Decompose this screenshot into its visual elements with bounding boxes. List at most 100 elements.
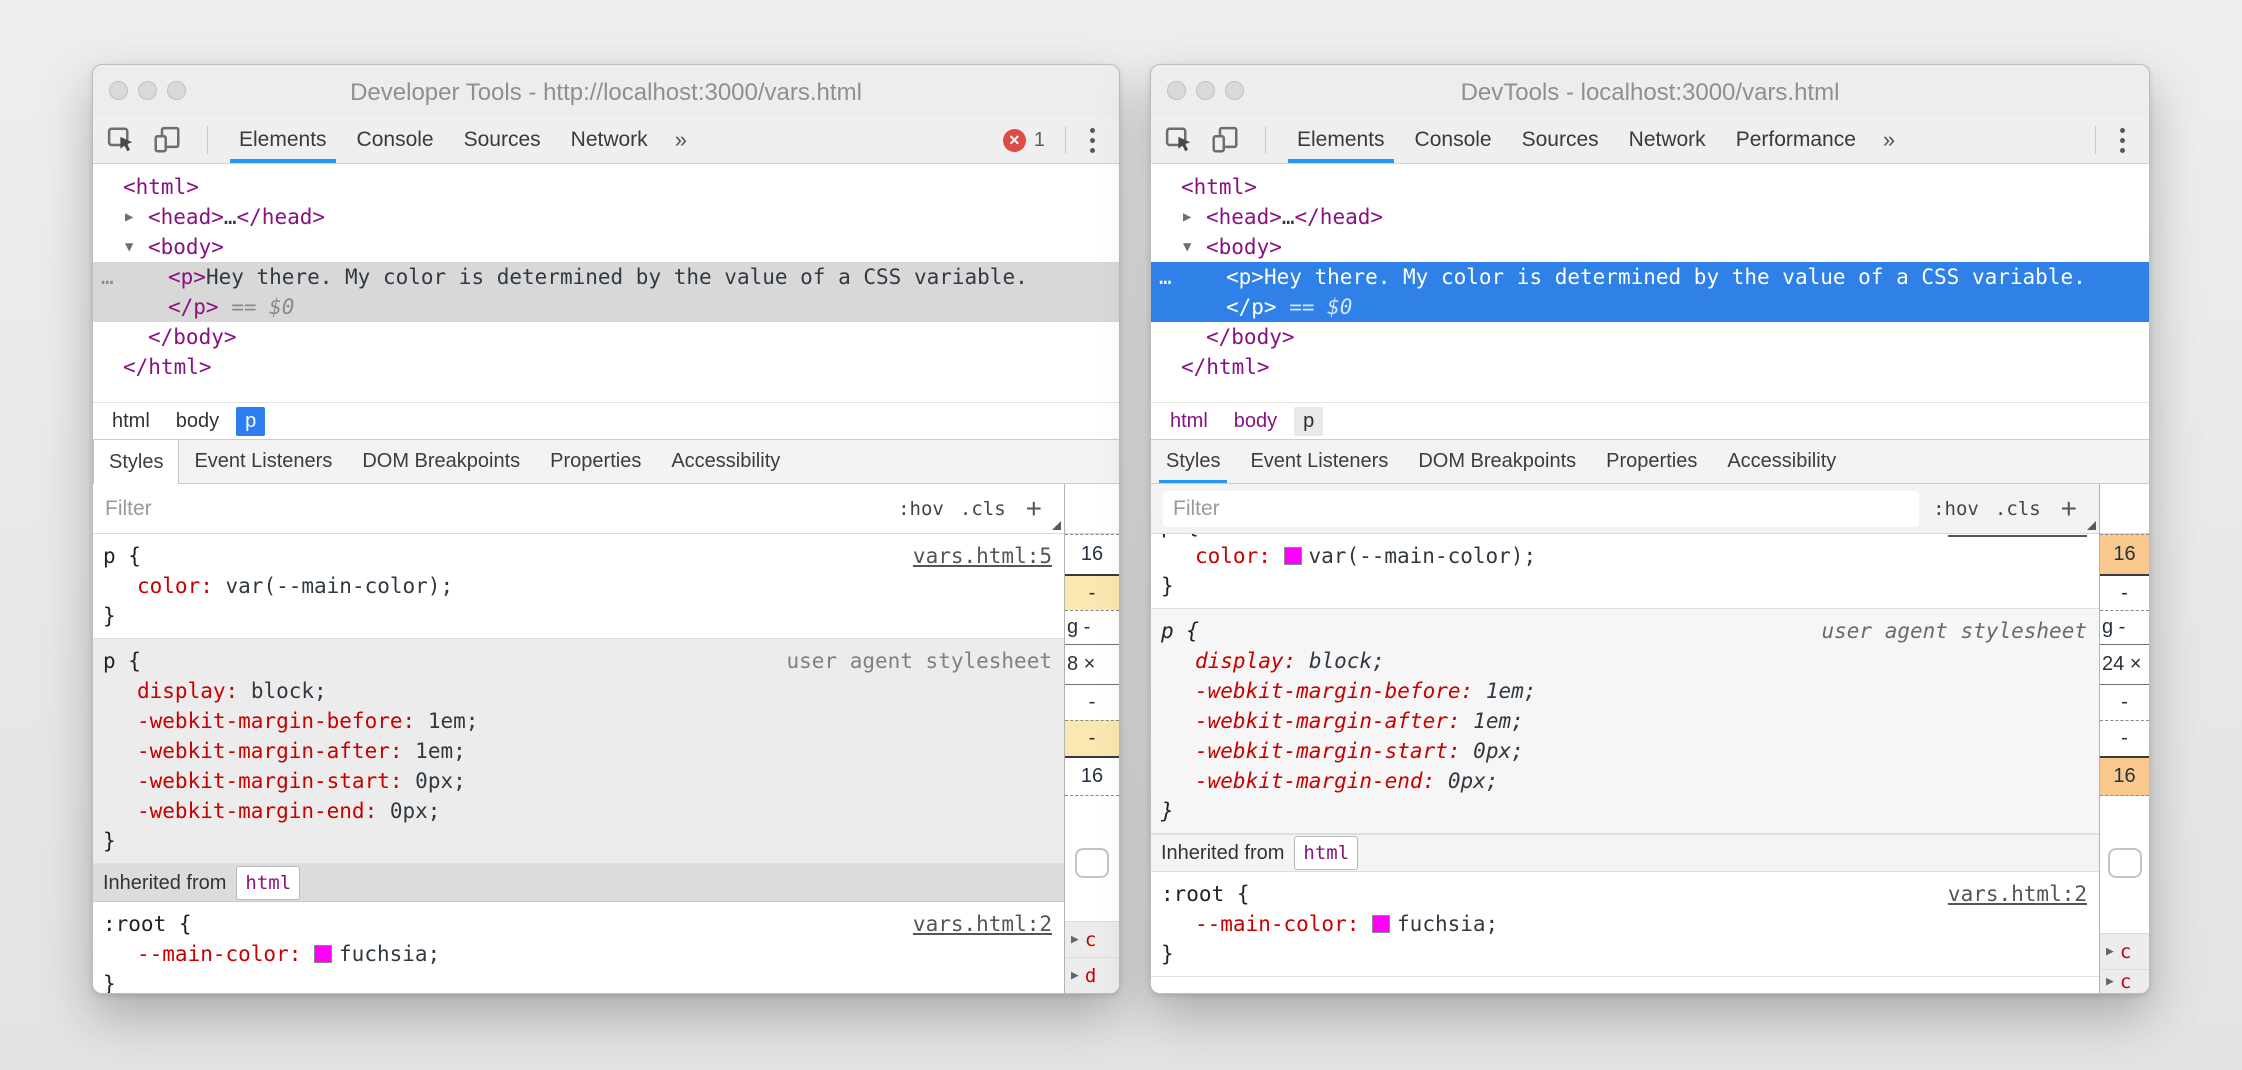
device-toolbar-icon[interactable] bbox=[151, 124, 183, 156]
new-style-rule-button[interactable]: + bbox=[2061, 493, 2077, 525]
dom-node-p-selected[interactable]: … <p>Hey there. My color is determined b… bbox=[1151, 262, 2149, 322]
more-tabs-chevron-icon[interactable]: » bbox=[663, 117, 699, 163]
tab-sources[interactable]: Sources bbox=[449, 117, 556, 163]
css-property-name[interactable]: -webkit-margin-before: bbox=[137, 709, 415, 733]
tab-event-listeners[interactable]: Event Listeners bbox=[1235, 440, 1403, 483]
css-property-name[interactable]: --main-color: bbox=[137, 942, 301, 966]
color-swatch[interactable] bbox=[1284, 547, 1302, 565]
css-property-value[interactable]: 1em; bbox=[1473, 709, 1524, 733]
css-property-value[interactable]: 1em; bbox=[415, 739, 466, 763]
css-property-name[interactable]: display: bbox=[137, 679, 238, 703]
more-tabs-chevron-icon[interactable]: » bbox=[1871, 117, 1907, 163]
tab-properties[interactable]: Properties bbox=[535, 440, 656, 483]
dom-node-html-close[interactable]: </html> bbox=[93, 352, 1119, 382]
css-property-name[interactable]: display: bbox=[1195, 649, 1296, 673]
styles-filter-input[interactable]: Filter bbox=[1163, 491, 1919, 527]
tab-styles[interactable]: Styles bbox=[1151, 440, 1235, 483]
rule-selector[interactable]: p { bbox=[103, 646, 141, 676]
styles-filter-input[interactable]: Filter bbox=[105, 497, 898, 521]
tab-dom-breakpoints[interactable]: DOM Breakpoints bbox=[1403, 440, 1591, 483]
dom-node-body-open[interactable]: ▼<body> bbox=[93, 232, 1119, 262]
breadcrumb-p[interactable]: p bbox=[1294, 407, 1323, 436]
source-link[interactable]: vars.html:5 bbox=[1948, 534, 2087, 538]
expand-arrow-icon[interactable]: ▶ bbox=[1071, 968, 1079, 983]
css-property-value[interactable]: var(--main-color); bbox=[226, 574, 454, 598]
rule-selector[interactable]: p { bbox=[103, 541, 141, 571]
dom-node-body-close[interactable]: </body> bbox=[93, 322, 1119, 352]
css-property-value[interactable]: 1em; bbox=[1486, 679, 1537, 703]
tab-elements[interactable]: Elements bbox=[1282, 117, 1400, 163]
expand-arrow-icon[interactable]: ▶ bbox=[2106, 944, 2114, 959]
toggle-hover-state-button[interactable]: :hov bbox=[898, 498, 944, 520]
tab-styles[interactable]: Styles bbox=[93, 440, 179, 484]
expand-arrow-icon[interactable]: ▶ bbox=[1071, 932, 1079, 947]
computed-property-row[interactable]: ▶c bbox=[1065, 921, 1119, 957]
css-property-name[interactable]: -webkit-margin-start: bbox=[137, 769, 403, 793]
css-property-name[interactable]: color: bbox=[1195, 544, 1271, 568]
error-count-badge[interactable]: ✕ 1 bbox=[993, 129, 1055, 152]
device-toolbar-icon[interactable] bbox=[1209, 124, 1241, 156]
breadcrumb-html[interactable]: html bbox=[1161, 407, 1217, 436]
color-swatch[interactable] bbox=[314, 945, 332, 963]
css-property-value[interactable]: block; bbox=[1309, 649, 1385, 673]
computed-property-row[interactable]: ▶d bbox=[1065, 957, 1119, 993]
css-property-name[interactable]: --main-color: bbox=[1195, 912, 1359, 936]
collapse-arrow-icon[interactable]: ▼ bbox=[1183, 232, 1203, 262]
devtools-menu-icon[interactable] bbox=[2106, 128, 2139, 153]
tab-network[interactable]: Network bbox=[1614, 117, 1721, 163]
rule-selector[interactable]: :root { bbox=[103, 909, 192, 939]
rule-selector[interactable]: p { bbox=[1161, 534, 1199, 541]
computed-property-row[interactable]: ▶c bbox=[2100, 933, 2149, 969]
dom-node-body-open[interactable]: ▼<body> bbox=[1151, 232, 2149, 262]
dom-node-html-open[interactable]: <html> bbox=[93, 172, 1119, 202]
resize-grip-icon[interactable] bbox=[2087, 521, 2096, 530]
toggle-class-button[interactable]: .cls bbox=[960, 498, 1006, 520]
tab-accessibility[interactable]: Accessibility bbox=[656, 440, 795, 483]
expand-arrow-icon[interactable]: ▶ bbox=[125, 202, 145, 232]
collapse-arrow-icon[interactable]: ▼ bbox=[125, 232, 145, 262]
breadcrumb-html[interactable]: html bbox=[103, 407, 159, 436]
show-all-checkbox[interactable] bbox=[2108, 848, 2142, 878]
tab-event-listeners[interactable]: Event Listeners bbox=[179, 440, 347, 483]
css-property-name[interactable]: -webkit-margin-end: bbox=[137, 799, 377, 823]
css-property-value[interactable]: 0px; bbox=[390, 799, 441, 823]
breadcrumb-p[interactable]: p bbox=[236, 407, 265, 436]
css-property-value[interactable]: 0px; bbox=[1473, 739, 1524, 763]
tab-accessibility[interactable]: Accessibility bbox=[1712, 440, 1851, 483]
dom-node-head[interactable]: ▶<head>…</head> bbox=[1151, 202, 2149, 232]
css-property-name[interactable]: -webkit-margin-end: bbox=[1195, 769, 1435, 793]
tab-console[interactable]: Console bbox=[342, 117, 449, 163]
dom-node-head[interactable]: ▶<head>…</head> bbox=[93, 202, 1119, 232]
toggle-hover-state-button[interactable]: :hov bbox=[1933, 498, 1979, 520]
rule-selector[interactable]: p { bbox=[1161, 616, 1199, 646]
css-property-value[interactable]: var(--main-color); bbox=[1309, 544, 1537, 568]
css-property-value[interactable]: block; bbox=[251, 679, 327, 703]
css-property-value[interactable]: fuchsia; bbox=[339, 942, 440, 966]
show-all-checkbox[interactable] bbox=[1075, 848, 1109, 878]
inspect-element-icon[interactable] bbox=[1163, 124, 1195, 156]
titlebar[interactable]: Developer Tools - http://localhost:3000/… bbox=[93, 65, 1119, 117]
resize-grip-icon[interactable] bbox=[1052, 521, 1061, 530]
css-property-value[interactable]: 0px; bbox=[1448, 769, 1499, 793]
toggle-class-button[interactable]: .cls bbox=[1995, 498, 2041, 520]
breadcrumb-body[interactable]: body bbox=[1225, 407, 1286, 436]
css-property-name[interactable]: -webkit-margin-after: bbox=[137, 739, 403, 763]
css-property-name[interactable]: -webkit-margin-before: bbox=[1195, 679, 1473, 703]
css-property-value[interactable]: 0px; bbox=[415, 769, 466, 793]
css-property-name[interactable]: color: bbox=[137, 574, 213, 598]
new-style-rule-button[interactable]: + bbox=[1026, 493, 1042, 525]
css-property-name[interactable]: -webkit-margin-start: bbox=[1195, 739, 1461, 763]
source-link[interactable]: vars.html:2 bbox=[1948, 882, 2087, 906]
dom-node-html-close[interactable]: </html> bbox=[1151, 352, 2149, 382]
rule-selector[interactable]: :root { bbox=[1161, 879, 1250, 909]
tab-elements[interactable]: Elements bbox=[224, 117, 342, 163]
tab-sources[interactable]: Sources bbox=[1507, 117, 1614, 163]
dom-node-html-open[interactable]: <html> bbox=[1151, 172, 2149, 202]
inherited-from-tag-chip[interactable]: html bbox=[236, 866, 300, 900]
source-link[interactable]: vars.html:2 bbox=[913, 912, 1052, 936]
expand-arrow-icon[interactable]: ▶ bbox=[2106, 974, 2114, 989]
computed-property-row[interactable]: ▶c bbox=[2100, 969, 2149, 993]
breadcrumb-body[interactable]: body bbox=[167, 407, 228, 436]
dom-node-body-close[interactable]: </body> bbox=[1151, 322, 2149, 352]
tab-console[interactable]: Console bbox=[1400, 117, 1507, 163]
